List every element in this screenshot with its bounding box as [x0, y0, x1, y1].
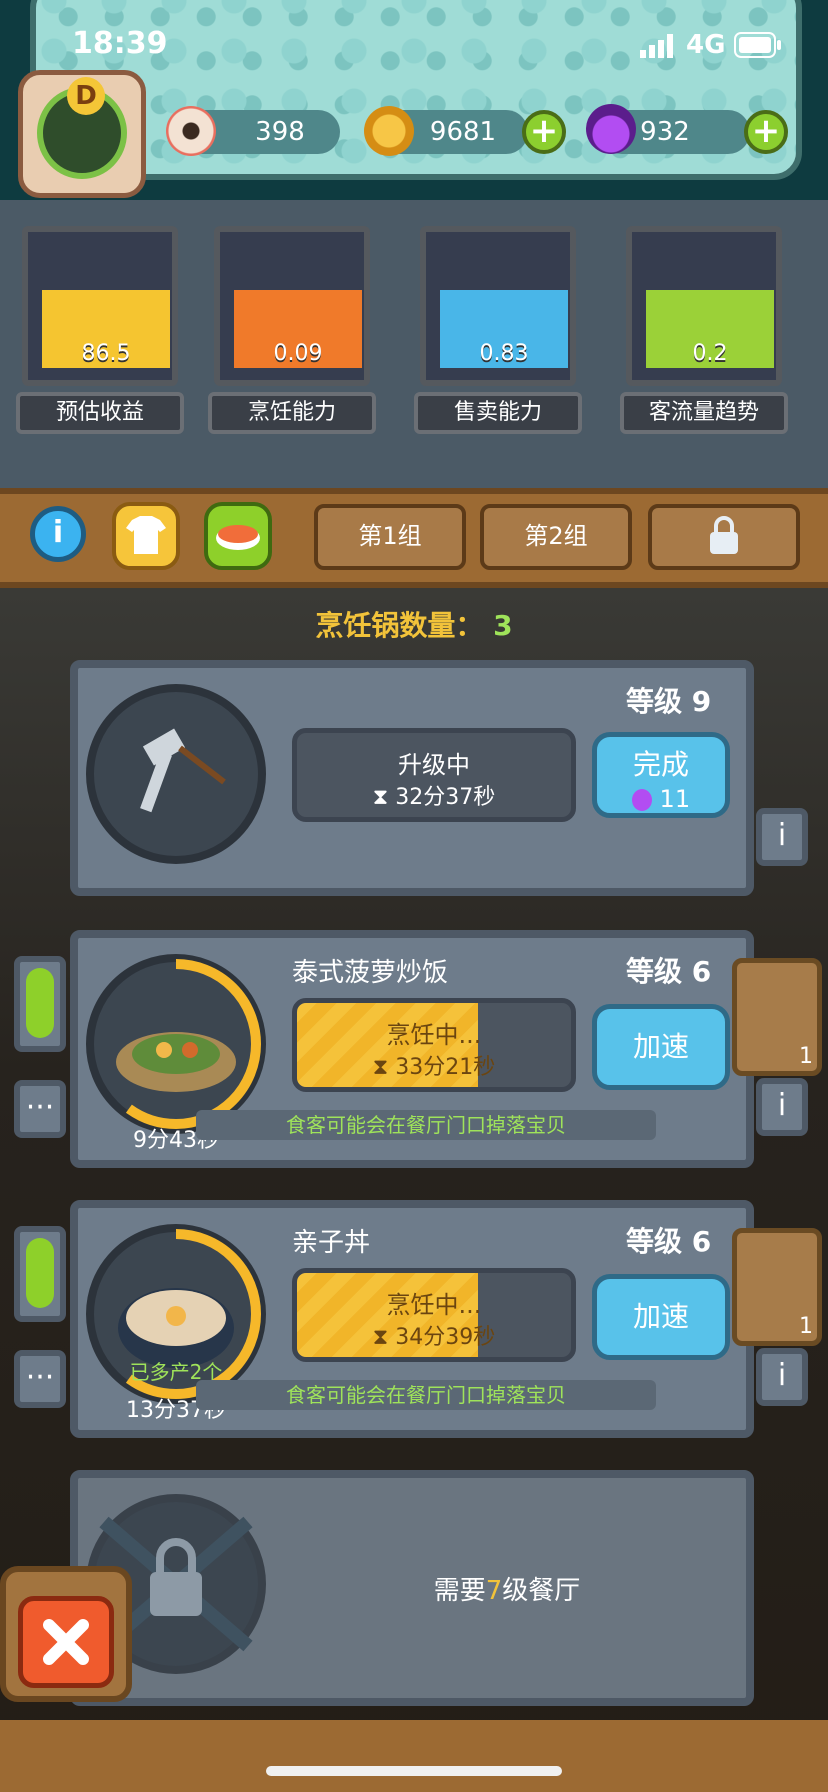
- potion-small-icon: [631, 789, 652, 811]
- card2-dish-circle: [86, 954, 266, 1134]
- card2-item-thumb[interactable]: 1: [732, 958, 822, 1076]
- meter-value: 86.5: [81, 341, 131, 366]
- tab-group-locked[interactable]: [648, 504, 800, 570]
- locked-requirement: 需要7级餐厅: [260, 1570, 754, 1607]
- card1-progress: 升级中 ⧗ 32分37秒: [292, 728, 576, 822]
- status-time: 18:39: [72, 26, 168, 61]
- card3-level: 等级 6: [626, 1225, 712, 1258]
- close-button[interactable]: [18, 1596, 114, 1688]
- card3-progress: 烹饪中... ⧗ 34分39秒: [292, 1268, 576, 1362]
- card2-info-button[interactable]: i: [756, 1078, 808, 1136]
- finish-button-label: 完成: [632, 748, 689, 781]
- meter-value: 0.83: [479, 341, 529, 366]
- meter-label: 预估收益: [16, 392, 184, 434]
- locked-suffix: 级餐厅: [502, 1576, 581, 1606]
- tab-group-2[interactable]: 第2组: [480, 504, 632, 570]
- meter-3: 0.83 售卖能力: [414, 226, 582, 456]
- eye-count: 398: [255, 117, 305, 147]
- card2-more-button[interactable]: ···: [14, 1080, 66, 1138]
- card2-level: 等级 6: [626, 955, 712, 988]
- card2-item-count: 1: [799, 1044, 813, 1069]
- pot-count-value: 3: [493, 609, 513, 642]
- finish-cost: 11: [597, 785, 725, 813]
- finish-cost-value: 11: [659, 785, 691, 813]
- upgrade-circle: [86, 684, 266, 864]
- info-icon[interactable]: i: [30, 506, 86, 562]
- arrow-up-icon: [26, 1238, 54, 1308]
- finish-button[interactable]: 完成 11: [592, 732, 730, 818]
- card3-status: 烹饪中...: [386, 1291, 482, 1319]
- pot-count-label: 烹饪锅数量：: [315, 609, 484, 642]
- card1-timer: ⧗ 32分37秒: [372, 785, 496, 810]
- meter-frame: 86.5: [22, 226, 178, 386]
- meter-frame: 0.83: [420, 226, 576, 386]
- tab-group-1[interactable]: 第1组: [314, 504, 466, 570]
- card2-up-button[interactable]: [14, 956, 66, 1052]
- outfit-button[interactable]: [112, 502, 180, 570]
- coin-icon: [364, 106, 414, 156]
- meter-value: 0.09: [273, 341, 323, 366]
- card3-info-button[interactable]: i: [756, 1348, 808, 1406]
- card3-hint: 食客可能会在餐厅门口掉落宝贝: [196, 1380, 656, 1410]
- meter-2: 0.09 烹饪能力: [208, 226, 376, 456]
- hammer-icon: [140, 728, 226, 813]
- arrow-up-icon: [26, 968, 54, 1038]
- meter-4: 0.2 客流量趋势: [620, 226, 788, 456]
- card2-timer-text: 33分21秒: [395, 1055, 496, 1080]
- card3-up-button[interactable]: [14, 1226, 66, 1322]
- card2-ring: [91, 959, 261, 1129]
- battery-icon: [734, 32, 782, 62]
- meter-label: 烹饪能力: [208, 392, 376, 434]
- card3-timer: ⧗ 34分39秒: [372, 1325, 496, 1350]
- card1-status: 升级中: [398, 751, 470, 779]
- eyeball-icon: [166, 106, 216, 156]
- potion-count: 932: [640, 117, 690, 147]
- recipe-button[interactable]: [204, 502, 272, 570]
- card2-hint: 食客可能会在餐厅门口掉落宝贝: [196, 1110, 656, 1140]
- home-indicator[interactable]: [266, 1766, 562, 1776]
- lock-icon: [710, 516, 738, 554]
- locked-level: 7: [485, 1576, 503, 1606]
- shirt-icon: [126, 516, 166, 554]
- player-avatar[interactable]: D: [18, 70, 146, 198]
- speedup-button-1[interactable]: 加速: [592, 1004, 730, 1090]
- card3-item-thumb[interactable]: 1: [732, 1228, 822, 1346]
- meter-value: 0.2: [692, 341, 728, 366]
- card2-status: 烹饪中...: [386, 1021, 482, 1049]
- card3-timer-text: 34分39秒: [395, 1325, 496, 1350]
- card3-more-button[interactable]: ···: [14, 1350, 66, 1408]
- bottom-wood: [0, 1720, 828, 1792]
- card3-item-count: 1: [799, 1314, 813, 1339]
- add-coins-button[interactable]: +: [522, 110, 566, 154]
- card2-progress: 烹饪中... ⧗ 33分21秒: [292, 998, 576, 1092]
- meter-label: 售卖能力: [414, 392, 582, 434]
- card2-dish-name: 泰式菠萝炒饭: [292, 958, 449, 988]
- add-potion-button[interactable]: +: [744, 110, 788, 154]
- card1-timer-text: 32分37秒: [395, 785, 496, 810]
- speedup-button-2[interactable]: 加速: [592, 1274, 730, 1360]
- card2-timer: ⧗ 33分21秒: [372, 1055, 496, 1080]
- meter-label: 客流量趋势: [620, 392, 788, 434]
- card1-info-button[interactable]: i: [756, 808, 808, 866]
- rank-badge: D: [67, 77, 105, 115]
- close-icon: [43, 1619, 89, 1665]
- sushi-icon: [216, 525, 260, 550]
- signal-icon: [640, 34, 680, 62]
- coin-count: 9681: [429, 117, 497, 147]
- pot-count: 烹饪锅数量： 3: [0, 604, 828, 644]
- network-label: 4G: [686, 30, 726, 60]
- meter-1: 86.5 预估收益: [16, 226, 184, 456]
- meter-frame: 0.09: [214, 226, 370, 386]
- locked-prefix: 需要: [433, 1576, 486, 1606]
- meter-frame: 0.2: [626, 226, 782, 386]
- potion-icon: [586, 104, 636, 154]
- card1-level: 等级 9: [626, 685, 712, 718]
- card3-dish-name: 亲子丼: [292, 1228, 371, 1258]
